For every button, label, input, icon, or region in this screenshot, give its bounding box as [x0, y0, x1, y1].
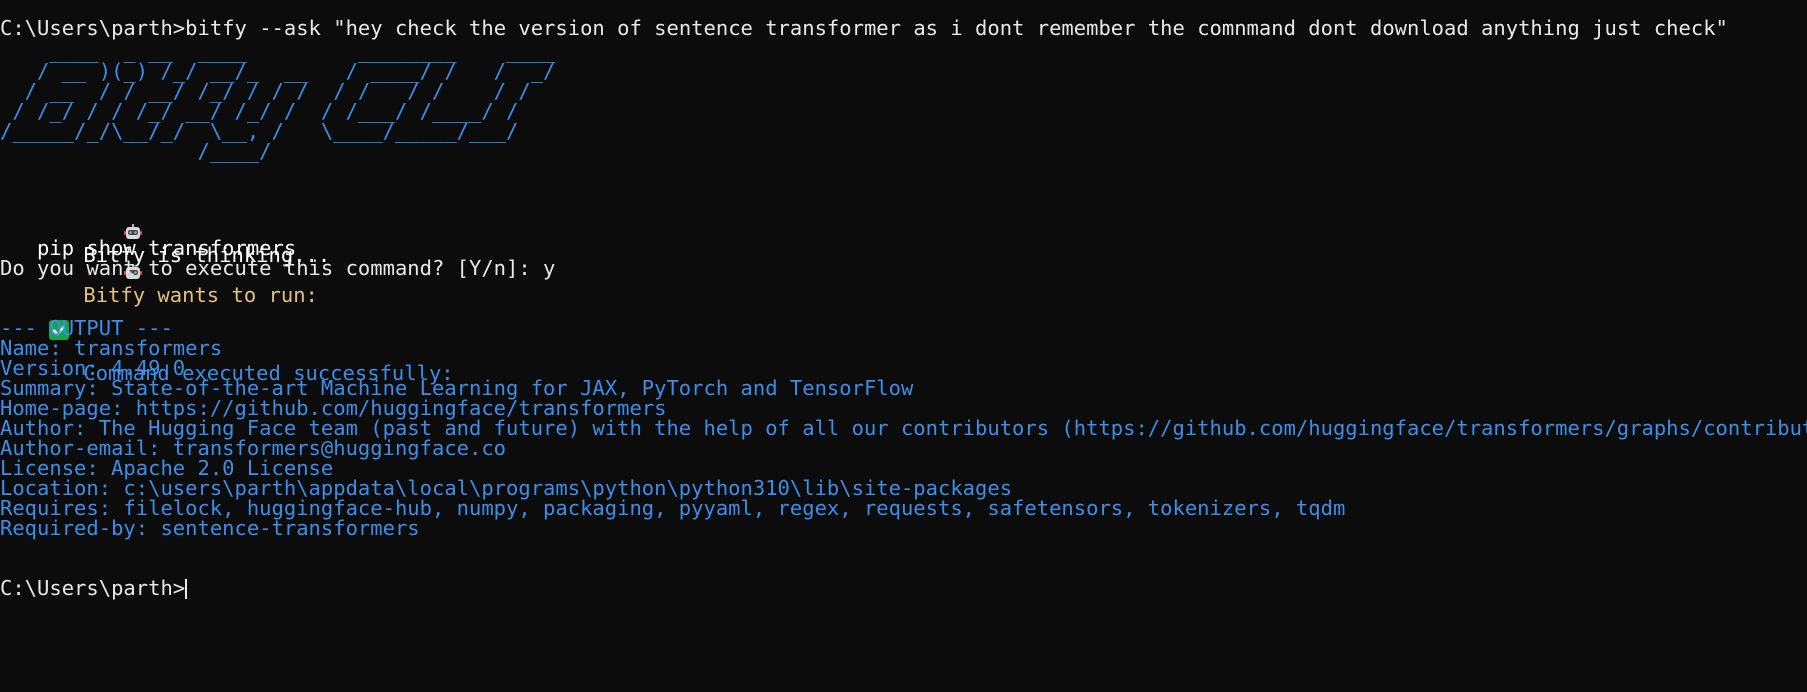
- confirm-prompt: Do you want to execute this command? [Y/…: [0, 256, 556, 280]
- prompt-path: C:\Users\parth>: [0, 16, 186, 40]
- final-prompt: C:\Users\parth>: [0, 576, 186, 600]
- terminal-window[interactable]: C:\Users\parth>bitfy --ask "hey check th…: [0, 0, 1807, 692]
- output-line: Required-by: sentence-transformers: [0, 516, 420, 540]
- text-cursor: [185, 579, 188, 599]
- typed-command: bitfy --ask "hey check the version of se…: [185, 16, 1728, 40]
- command-line: C:\Users\parth>bitfy --ask "hey check th…: [0, 17, 1728, 40]
- final-prompt-line[interactable]: C:\Users\parth>: [0, 576, 188, 600]
- ascii-banner-line: /____/: [0, 139, 556, 163]
- thinking-status: Bitfy is thinking...: [0, 177, 330, 267]
